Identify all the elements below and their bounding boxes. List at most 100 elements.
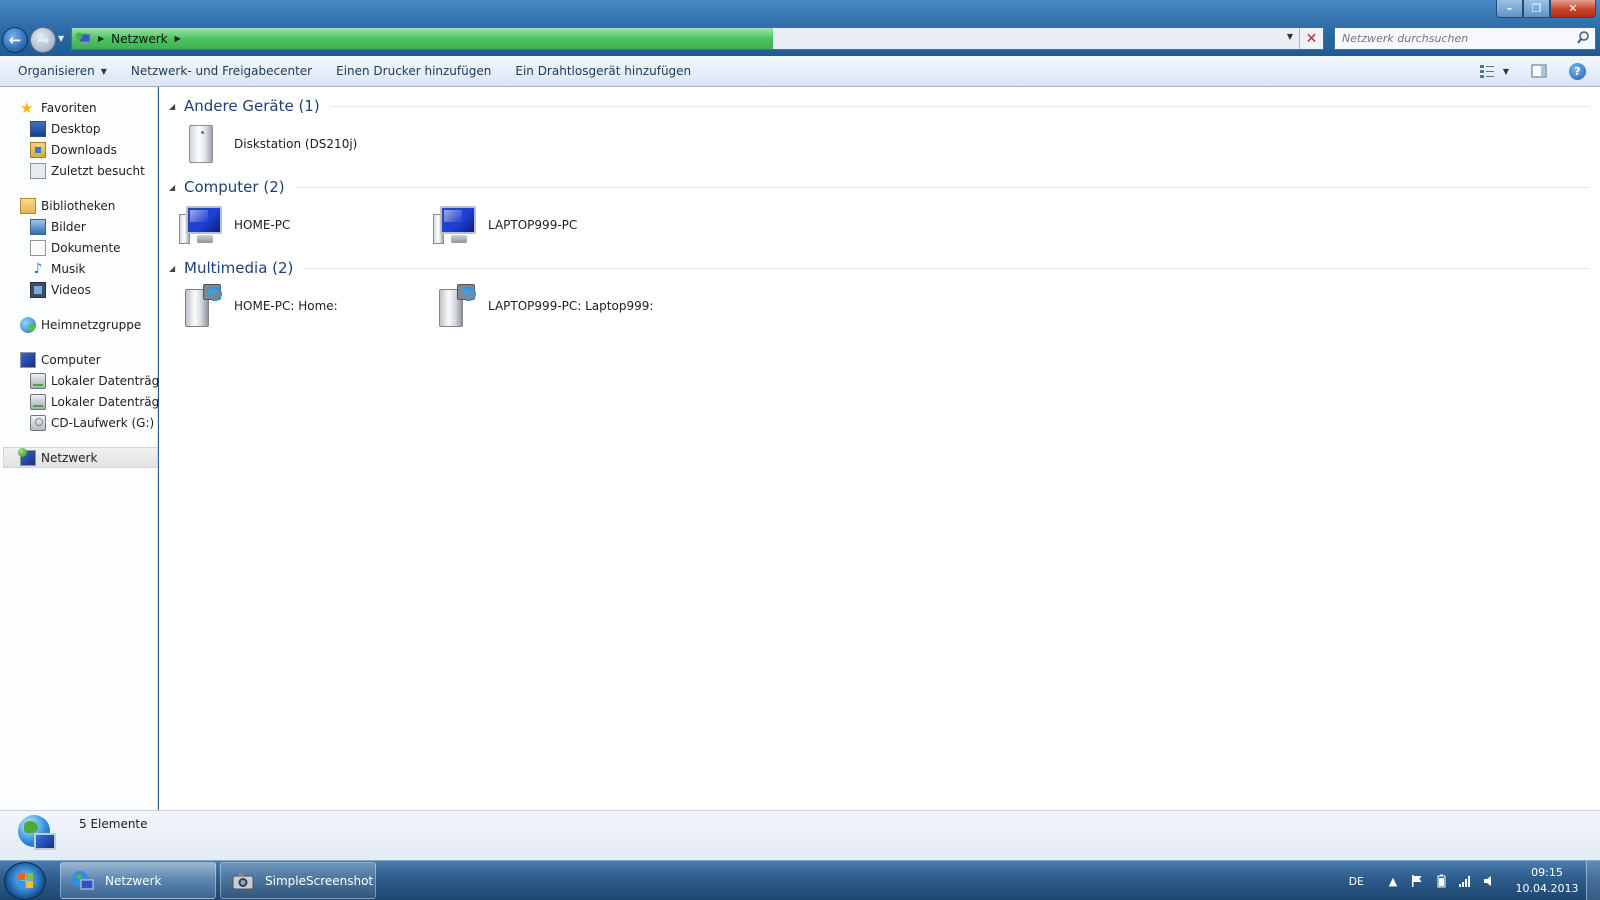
media-server-home-pc[interactable]: HOME-PC: Home: <box>179 283 338 329</box>
sidebar-item-recent[interactable]: Zuletzt besucht <box>0 160 157 181</box>
sidebar-homegroup[interactable]: Heimnetzgruppe <box>0 314 157 335</box>
nas-device-icon <box>179 121 225 167</box>
taskbar-item-netzwerk[interactable]: Netzwerk <box>60 862 216 899</box>
language-indicator[interactable]: DE <box>1349 875 1364 888</box>
breadcrumb-network[interactable]: Netzwerk <box>111 32 167 46</box>
taskbar-item-simplescreenshot[interactable]: SimpleScreenshot <box>220 862 376 899</box>
system-tray: DE ▲ 09:15 10.04.2013 <box>1349 861 1600 900</box>
computer-laptop999-pc[interactable]: LAPTOP999-PC <box>433 202 577 248</box>
arrow-right-icon: → <box>36 31 50 49</box>
sidebar-item-local-disk[interactable]: Lokaler Datenträger <box>0 370 172 391</box>
recent-pages-dropdown[interactable]: ▼ <box>58 34 64 43</box>
address-bar[interactable]: ▶ Netzwerk ▶ ▼ ✕ <box>71 27 1324 50</box>
stop-loading-button[interactable]: ✕ <box>1299 28 1323 49</box>
navigation-pane: ★ Favoriten Desktop Downloads Zuletzt be… <box>0 87 172 810</box>
computer-icon <box>179 202 225 248</box>
sidebar-item-downloads[interactable]: Downloads <box>0 139 157 160</box>
sidebar-item-pictures[interactable]: Bilder <box>0 216 157 237</box>
breadcrumb-separator-icon[interactable]: ▶ <box>175 34 181 43</box>
forward-button[interactable]: → <box>30 27 56 53</box>
sidebar-item-label: Dokumente <box>51 240 121 255</box>
network-globe-icon <box>16 813 60 857</box>
windows-logo-icon <box>18 873 34 889</box>
chevron-down-icon[interactable]: ▼ <box>1503 67 1509 76</box>
taskbar: Netzwerk SimpleScreenshot DE ▲ 09:15 10.… <box>0 860 1600 900</box>
computer-group: Computer Lokaler Datenträger Lokaler Dat… <box>0 349 172 433</box>
music-icon: ♪ <box>33 260 43 277</box>
sidebar-item-label: Downloads <box>51 142 117 157</box>
action-center-flag-icon[interactable] <box>1410 874 1424 888</box>
group-header-multimedia[interactable]: ◢ Multimedia (2) <box>169 259 1589 277</box>
preview-pane-icon[interactable] <box>1531 63 1547 79</box>
group-header-other-devices[interactable]: ◢ Andere Geräte (1) <box>169 97 1589 115</box>
window-controls: – ❐ ✕ <box>1496 0 1596 18</box>
sidebar-item-videos[interactable]: Videos <box>0 279 157 300</box>
group-divider <box>330 105 1589 107</box>
sidebar-item-label: Desktop <box>51 121 101 136</box>
network-center-button[interactable]: Netzwerk- und Freigabecenter <box>119 56 324 86</box>
organize-menu[interactable]: Organisieren ▼ <box>0 56 119 86</box>
view-layout-icon[interactable] <box>1479 63 1495 79</box>
sidebar-libraries[interactable]: Bibliotheken <box>0 195 157 216</box>
battery-icon[interactable] <box>1434 874 1448 888</box>
sidebar-item-documents[interactable]: Dokumente <box>0 237 157 258</box>
search-input[interactable] <box>1342 32 1562 45</box>
group-header-computer[interactable]: ◢ Computer (2) <box>169 178 1589 196</box>
search-box[interactable] <box>1334 27 1596 50</box>
help-icon[interactable]: ? <box>1569 62 1586 80</box>
sidebar-item-label: Zuletzt besucht <box>51 163 145 178</box>
item-label: LAPTOP999-PC <box>488 218 578 232</box>
hard-drive-icon <box>30 372 46 389</box>
sidebar-item-music[interactable]: ♪ Musik <box>0 258 157 279</box>
show-desktop-button[interactable] <box>1586 861 1600 900</box>
collapse-triangle-icon[interactable]: ◢ <box>169 102 177 111</box>
address-history-dropdown[interactable]: ▼ <box>1287 32 1293 41</box>
sidebar-libraries-label: Bibliotheken <box>41 198 116 213</box>
add-printer-button[interactable]: Einen Drucker hinzufügen <box>324 56 503 86</box>
item-label: LAPTOP999-PC: Laptop999: <box>488 299 654 313</box>
network-icon <box>18 447 36 466</box>
show-hidden-icons-icon[interactable]: ▲ <box>1386 874 1400 888</box>
sidebar-item-desktop[interactable]: Desktop <box>0 118 157 139</box>
chevron-down-icon: ▼ <box>100 66 107 76</box>
clock[interactable]: 09:15 10.04.2013 <box>1510 865 1584 897</box>
sidebar-homegroup-label: Heimnetzgruppe <box>41 317 142 332</box>
collapse-triangle-icon[interactable]: ◢ <box>169 183 177 192</box>
libraries-group: Bibliotheken Bilder Dokumente ♪ Musik Vid… <box>0 195 157 300</box>
sidebar-favorites[interactable]: ★ Favoriten <box>0 97 157 118</box>
close-button[interactable]: ✕ <box>1550 0 1596 18</box>
network-center-label: Netzwerk- und Freigabecenter <box>130 64 313 78</box>
minimize-button[interactable]: – <box>1496 0 1523 18</box>
search-icon[interactable] <box>1577 31 1589 45</box>
star-icon: ★ <box>20 98 34 117</box>
sidebar-network[interactable]: Netzwerk <box>3 447 158 468</box>
start-button[interactable] <box>4 862 46 900</box>
breadcrumb-separator-icon[interactable]: ▶ <box>98 34 104 43</box>
group-label: Computer (2) <box>184 178 285 196</box>
back-button[interactable]: ← <box>2 27 28 53</box>
device-diskstation[interactable]: Diskstation (DS210j) <box>179 121 357 167</box>
network-icon <box>71 869 95 893</box>
sidebar-computer-label: Computer <box>41 352 101 367</box>
sidebar-item-local-disk[interactable]: Lokaler Datenträger <box>0 391 172 412</box>
add-wireless-button[interactable]: Ein Drahtlosgerät hinzufügen <box>503 56 703 86</box>
view-options[interactable]: ▼ <box>1479 63 1509 79</box>
add-wireless-label: Ein Drahtlosgerät hinzufügen <box>515 64 692 78</box>
item-label: HOME-PC: Home: <box>234 299 338 313</box>
collapse-triangle-icon[interactable]: ◢ <box>169 264 177 273</box>
file-list: ◢ Andere Geräte (1) Diskstation (DS210j)… <box>159 87 1600 810</box>
computer-home-pc[interactable]: HOME-PC <box>179 202 290 248</box>
maximize-button[interactable]: ❐ <box>1523 0 1550 18</box>
wifi-signal-icon[interactable] <box>1458 874 1472 888</box>
command-bar: Organisieren ▼ Netzwerk- und Freigabecen… <box>0 56 1600 87</box>
recent-places-icon <box>30 162 46 179</box>
sidebar-item-label: CD-Laufwerk (G:) <box>51 415 155 430</box>
sidebar-item-label: Videos <box>51 282 91 297</box>
network-group: Netzwerk <box>0 447 158 468</box>
videos-icon <box>30 281 46 298</box>
sidebar-item-cd-drive[interactable]: CD-Laufwerk (G:) <box>0 412 157 433</box>
volume-icon[interactable] <box>1482 874 1496 888</box>
sidebar-computer[interactable]: Computer <box>0 349 157 370</box>
sidebar-network-label: Netzwerk <box>41 450 98 465</box>
media-server-laptop999-pc[interactable]: LAPTOP999-PC: Laptop999: <box>433 283 653 329</box>
